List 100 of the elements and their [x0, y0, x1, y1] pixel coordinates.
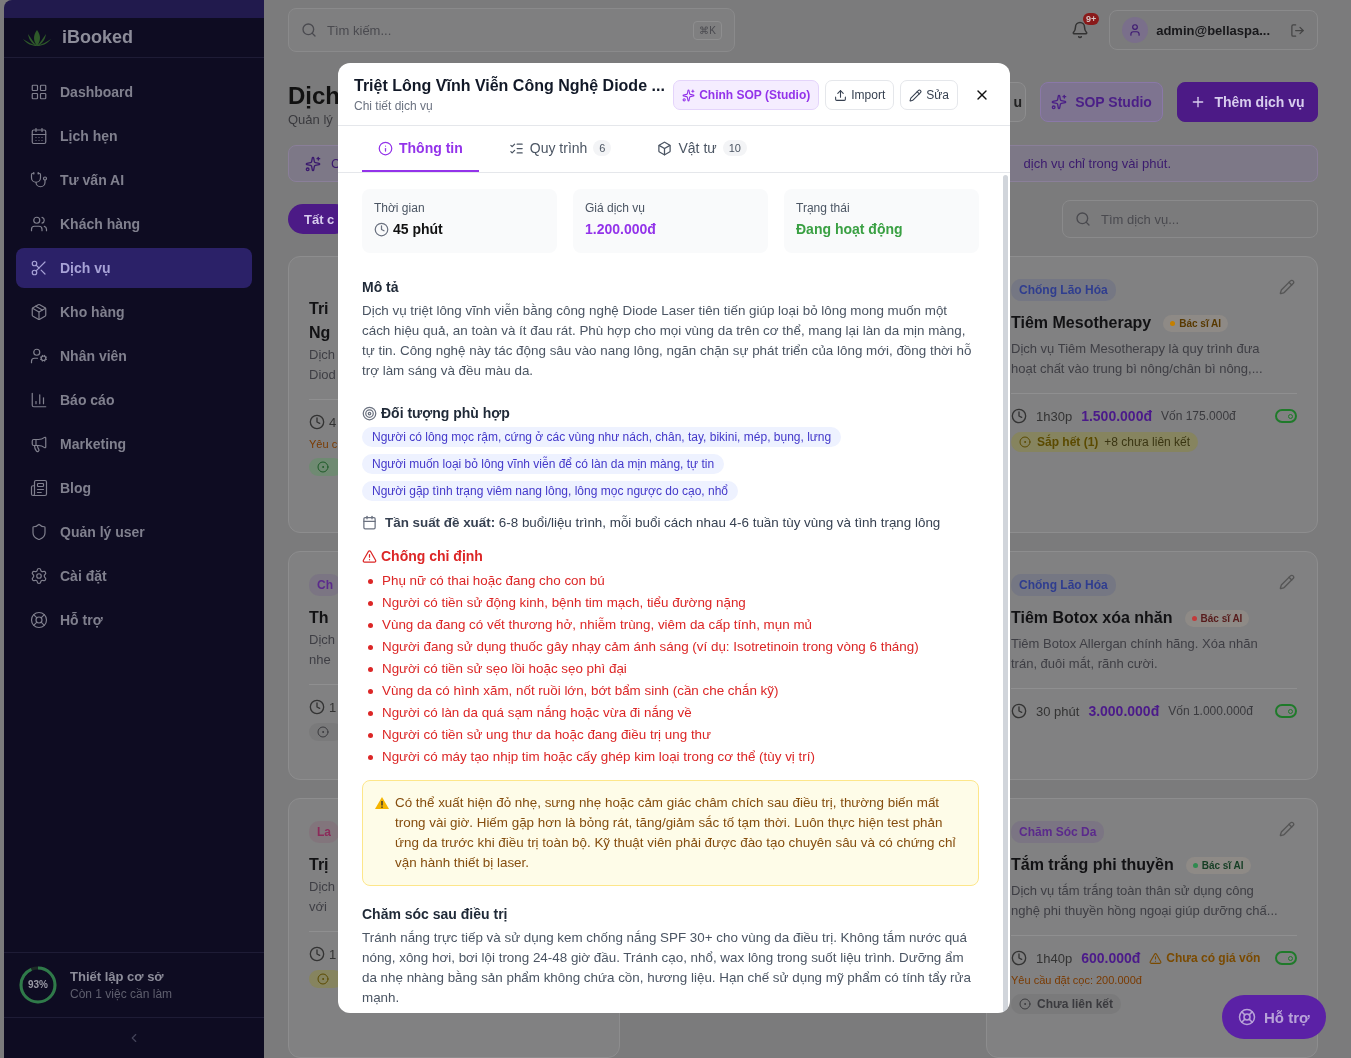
sidebar-item[interactable]: Cài đặt — [16, 556, 252, 596]
add-service-button[interactable]: Thêm dịch vụ — [1177, 82, 1318, 122]
scrollbar[interactable] — [1003, 175, 1008, 1013]
sidebar-item[interactable]: Hỗ trợ — [16, 600, 252, 640]
lifebuoy-icon — [30, 611, 48, 629]
setup-title: Thiết lập cơ sở — [70, 969, 165, 984]
user-menu[interactable]: admin@bellaspa... — [1109, 10, 1318, 50]
service-title: Ng — [309, 323, 331, 343]
sidebar-item[interactable]: Dịch vụ — [16, 248, 252, 288]
clock-icon — [1011, 408, 1027, 424]
tab[interactable]: Vật tư 10 — [641, 126, 763, 172]
clock-icon — [1011, 703, 1027, 719]
warning-icon — [375, 797, 389, 809]
section-heading: Chống chỉ định — [381, 548, 483, 564]
user-gear-icon — [30, 347, 48, 365]
audience-tag: Người muốn loại bỏ lông vĩnh viễn để có làn da mịn màng, tự tin — [362, 454, 725, 474]
bullet-icon — [368, 666, 373, 672]
cost-text: Vốn 1.000.000đ — [1168, 704, 1253, 718]
service-title: Th — [309, 608, 329, 628]
active-toggle[interactable] — [1275, 409, 1297, 423]
service-description: với — [309, 898, 327, 916]
active-toggle[interactable] — [1275, 704, 1297, 718]
contraindication-item: Người có tiền sử sẹo lồi hoặc sẹo phì đại — [382, 660, 627, 678]
duration-text: 1 — [329, 699, 337, 715]
duration-text: 4 — [329, 414, 337, 430]
edit-icon[interactable] — [1279, 279, 1295, 295]
price-text: 600.000đ — [1081, 950, 1141, 966]
deposit-note: Yêu cầu đặt cọc: 200.000đ — [1011, 974, 1142, 986]
service-description: nhe — [309, 651, 331, 669]
box-icon — [30, 303, 48, 321]
stethoscope-icon — [30, 171, 48, 189]
support-button[interactable]: Hỗ trợ — [1222, 995, 1326, 1039]
service-title: Tri — [309, 299, 329, 319]
notification-bell-icon[interactable] — [1071, 21, 1090, 39]
import-button[interactable]: Import — [825, 80, 895, 110]
search-icon — [1075, 211, 1091, 227]
sidebar-item[interactable]: Quản lý user — [16, 512, 252, 552]
sidebar-item[interactable]: Nhân viên — [16, 336, 252, 376]
warning-icon — [362, 548, 377, 564]
edit-button[interactable]: Sửa — [900, 80, 958, 110]
active-toggle[interactable] — [1275, 951, 1297, 965]
tab[interactable]: Quy trình 6 — [492, 126, 628, 172]
edit-icon[interactable] — [1279, 574, 1295, 590]
sidebar-item[interactable]: Blog — [16, 468, 252, 508]
circle-dot-icon — [1019, 436, 1031, 448]
ai-badge: Bác sĩ AI — [1163, 314, 1229, 332]
tab[interactable]: Thông tin — [362, 126, 479, 172]
price-text: 3.000.000đ — [1088, 703, 1160, 719]
box-icon — [657, 140, 673, 156]
service-title: Tắm trắng phi thuyền — [1011, 854, 1174, 875]
count-badge: 10 — [722, 140, 747, 156]
sidebar-item[interactable]: Báo cáo — [16, 380, 252, 420]
info-icon — [378, 140, 393, 156]
shield-icon — [30, 523, 48, 541]
audience-tag: Người gặp tình trạng viêm nang lông, lông mọc ngược do cạo, nhổ — [362, 481, 738, 501]
sidebar-item[interactable]: Lịch hẹn — [16, 116, 252, 156]
ai-badge: Bác sĩ AI — [1185, 856, 1251, 874]
checklist-icon — [508, 140, 524, 156]
cost-text: Chưa có giá vốn — [1149, 951, 1261, 965]
circle-dot-icon — [317, 973, 329, 985]
service-description: Tiêm Botox Allergan chính hãng. Xóa nhăn — [1011, 635, 1258, 653]
sidebar-item[interactable]: Kho hàng — [16, 292, 252, 332]
sidebar-item[interactable]: Marketing — [16, 424, 252, 464]
bullet-icon — [368, 600, 373, 606]
service-description: Diod — [309, 366, 336, 384]
notification-count: 9+ — [1082, 13, 1100, 25]
service-description: Dịch — [309, 878, 335, 896]
search-icon — [301, 22, 317, 38]
service-description: Dịch — [309, 631, 335, 649]
sidebar-item[interactable]: Khách hàng — [16, 204, 252, 244]
count-badge: 6 — [593, 140, 612, 156]
aftercare-text: Tránh nắng trực tiếp và sử dụng kem chống nắng SPF 30+ cho vùng da điều trị. Không tắm nước quá nóng, xông hơi, bơi lội trong 24-48 giờ đầu. Tránh cạo, nhổ, wax lông trong suốt liệu trình. Dưỡng ẩm da nhẹ nhàng bằng sản phẩm không chứa cồn, hương liệu. Hạn chế sử dụng mỹ phẩm có tính tẩy rửa mạnh. — [362, 929, 972, 1007]
audience-tag: Người có lông mọc rậm, cứng ở các vùng như nách, chân, tay, bikini, mép, bụng, lưng — [362, 427, 842, 447]
duration-text: 1h40p — [1036, 950, 1073, 966]
duration-text: 1 — [329, 946, 337, 962]
circle-dot-icon — [317, 461, 329, 473]
clock-icon — [374, 221, 389, 237]
sidebar-item[interactable]: Dashboard — [16, 72, 252, 112]
bullet-icon — [368, 710, 373, 716]
cost-text: Vốn 175.000đ — [1161, 409, 1236, 423]
sop-studio-button[interactable]: Chỉnh SOP (Studio) — [673, 80, 820, 110]
deposit-note: Yêu c — [309, 438, 338, 450]
progress-percent: 93% — [28, 979, 48, 991]
logout-icon[interactable] — [1290, 22, 1305, 38]
category-tag: Chống Lão Hóa — [1011, 574, 1116, 596]
bullet-icon — [368, 754, 373, 760]
warning-icon — [1149, 951, 1163, 965]
duration-text: 1h30p — [1036, 408, 1073, 424]
bullet-icon — [368, 622, 373, 628]
users-icon — [30, 215, 48, 233]
sop-studio-button[interactable]: SOP Studio — [1040, 82, 1163, 122]
pencil-icon — [909, 88, 923, 102]
sidebar-item[interactable]: Tư vấn AI — [16, 160, 252, 200]
service-description: nghệ phi thuyền hồng ngoại giúp dưỡng chấ... — [1011, 902, 1278, 920]
dialog-subtitle: Chi tiết dịch vụ — [354, 99, 434, 113]
clock-icon — [309, 699, 325, 715]
stat-label: Trạng thái — [796, 201, 851, 215]
sparkles-icon — [682, 88, 696, 102]
edit-icon[interactable] — [1279, 821, 1295, 837]
service-description: Dịch — [309, 346, 335, 364]
